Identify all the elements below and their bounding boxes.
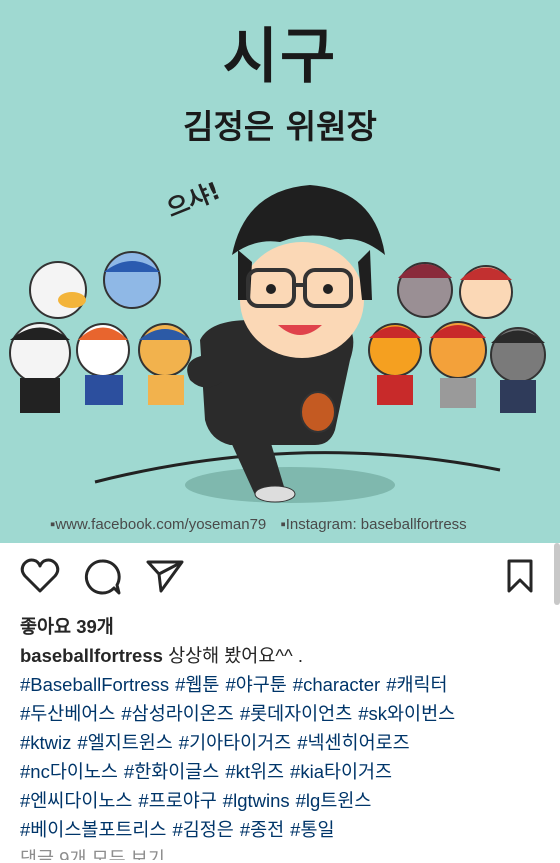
hashtag-link[interactable]: #넥센히어로즈 (297, 732, 409, 753)
heart-icon[interactable] (20, 558, 60, 594)
instagram-credit: ▪Instagram: baseballfortress (280, 516, 467, 533)
hashtag-line: #nc다이노스 #한화이글스 #kt위즈 #kia타이거즈 (20, 757, 545, 786)
hashtag-link[interactable]: #베이스볼포트리스 (20, 819, 166, 840)
image-subtitle: 김정은 위원장 (183, 107, 377, 146)
hashtag-line: #베이스볼포트리스 #김정은 #종전 #통일 (20, 815, 545, 844)
hashtag-link[interactable]: #kt위즈 (225, 761, 284, 782)
hashtag-link[interactable]: #sk와이번스 (358, 703, 455, 724)
cartoon-illustration (9, 185, 546, 503)
hashtag-link[interactable]: #야구툰 (225, 674, 286, 695)
hashtag-line: #엔씨다이노스 #프로야구 #lgtwins #lg트윈스 (20, 786, 545, 815)
hashtag-link[interactable]: #롯데자이언츠 (240, 703, 352, 724)
post-caption: 좋아요 39개 baseballfortress 상상해 봤어요^^ . #Ba… (20, 612, 545, 860)
hashtag-link[interactable]: #기아타이거즈 (179, 732, 291, 753)
post-image[interactable]: 시구 김정은 위원장 으샤! ▪www.facebook.com/yoseman… (0, 0, 560, 543)
hashtag-link[interactable]: #lgtwins (223, 790, 290, 811)
hashtag-link[interactable]: #BaseballFortress (20, 674, 169, 695)
facebook-credit: ▪www.facebook.com/yoseman79 (50, 516, 267, 533)
hashtag-list: #BaseballFortress #웹툰 #야구툰 #character #캐릭터 #두… (20, 670, 545, 844)
comment-icon[interactable] (82, 558, 122, 596)
view-comments-link[interactable]: 댓글 9개 모두 보기 (20, 844, 545, 860)
hashtag-link[interactable]: #lg트윈스 (296, 790, 372, 811)
hashtag-link[interactable]: #김정은 (172, 819, 233, 840)
hashtag-link[interactable]: #삼성라이온즈 (121, 703, 233, 724)
hashtag-link[interactable]: #캐릭터 (386, 674, 447, 695)
action-bar (0, 543, 560, 613)
likes-count[interactable]: 좋아요 39개 (20, 612, 545, 641)
caption-line: baseballfortress 상상해 봤어요^^ . (20, 641, 545, 670)
hashtag-line: #ktwiz #엘지트윈스 #기아타이거즈 #넥센히어로즈 (20, 728, 545, 757)
caption-username[interactable]: baseballfortress (20, 645, 163, 666)
hashtag-link[interactable]: #통일 (290, 819, 334, 840)
hashtag-link[interactable]: #character (293, 674, 380, 695)
hashtag-line: #BaseballFortress #웹툰 #야구툰 #character #캐릭터 (20, 670, 545, 699)
hashtag-link[interactable]: #엘지트윈스 (77, 732, 172, 753)
hashtag-link[interactable]: #두산베어스 (20, 703, 115, 724)
caption-text: 상상해 봤어요^^ . (168, 645, 303, 666)
image-credits: ▪www.facebook.com/yoseman79 ▪Instagram: … (50, 516, 477, 533)
hashtag-link[interactable]: #nc다이노스 (20, 761, 118, 782)
hashtag-link[interactable]: #한화이글스 (124, 761, 219, 782)
hashtag-link[interactable]: #프로야구 (138, 790, 216, 811)
hashtag-link[interactable]: #엔씨다이노스 (20, 790, 132, 811)
bookmark-icon[interactable] (505, 558, 535, 594)
hashtag-link[interactable]: #웹툰 (175, 674, 219, 695)
scrollbar-thumb[interactable] (554, 543, 560, 605)
hashtag-link[interactable]: #종전 (240, 819, 284, 840)
hashtag-link[interactable]: #kia타이거즈 (290, 761, 392, 782)
paper-plane-icon[interactable] (145, 558, 185, 594)
hashtag-line: #두산베어스 #삼성라이온즈 #롯데자이언츠 #sk와이번스 (20, 699, 545, 728)
image-title: 시구 (222, 22, 338, 92)
hashtag-link[interactable]: #ktwiz (20, 732, 71, 753)
